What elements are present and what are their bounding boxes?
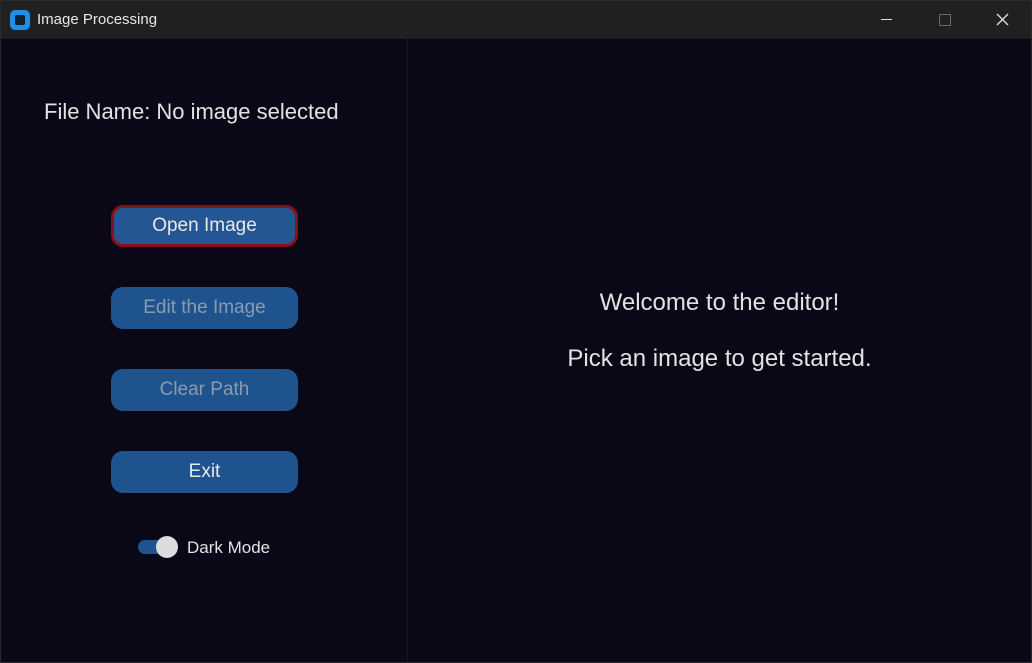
app-window: Image Processing File Name: No image sele… (0, 0, 1032, 663)
open-image-button[interactable]: Open Image (111, 205, 298, 247)
minimize-button[interactable] (857, 1, 915, 38)
minimize-icon (881, 19, 892, 20)
file-name-display: File Name: No image selected (44, 99, 339, 125)
maximize-icon (939, 14, 951, 26)
close-button[interactable] (973, 1, 1031, 38)
title-bar[interactable]: Image Processing (1, 1, 1031, 39)
app-window-icon (10, 10, 30, 30)
dark-mode-switch[interactable] (138, 536, 178, 558)
get-started-hint: Pick an image to get started. (567, 345, 872, 372)
file-name-value: No image selected (156, 99, 339, 124)
exit-button[interactable]: Exit (111, 451, 298, 493)
welcome-message: Welcome to the editor! (599, 289, 840, 316)
clear-path-button[interactable]: Clear Path (111, 369, 298, 411)
app-icon-inner (15, 15, 25, 25)
switch-knob (156, 536, 178, 558)
dark-mode-label: Dark Mode (187, 538, 271, 557)
maximize-button[interactable] (915, 1, 973, 38)
file-name-label: File Name: (44, 99, 151, 124)
window-title: Image Processing (37, 11, 158, 28)
edit-image-button[interactable]: Edit the Image (111, 287, 298, 329)
close-icon (996, 13, 1009, 26)
